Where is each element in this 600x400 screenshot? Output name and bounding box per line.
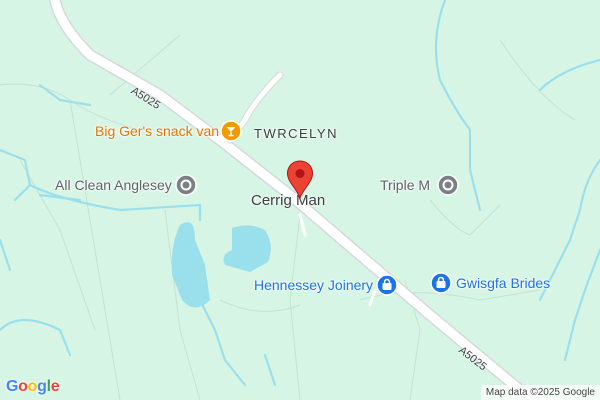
field-boundaries (0, 34, 576, 400)
location-marker-icon[interactable] (286, 160, 314, 200)
poi-label-triple-m[interactable]: Triple M (380, 177, 430, 193)
generic-poi-icon[interactable] (437, 174, 459, 196)
poi-label-gwisgfa-brides[interactable]: Gwisgfa Brides (456, 275, 550, 291)
poi-label-all-clean-anglesey[interactable]: All Clean Anglesey (55, 177, 172, 193)
map-canvas[interactable]: A5025 A5025 TWRCELYN Cerrig Man Big Ger'… (0, 0, 600, 400)
poi-label-snack-van[interactable]: Big Ger's snack van (95, 123, 219, 139)
logo-letter: o (27, 378, 38, 395)
logo-letter: o (18, 378, 28, 395)
place-label-twrcelyn: TWRCELYN (254, 126, 338, 141)
logo-letter: G (6, 378, 19, 395)
map-attribution[interactable]: Map data ©2025 Google (480, 385, 600, 400)
google-logo: Google (6, 378, 60, 396)
cocktail-icon[interactable] (220, 120, 242, 142)
lake-east (223, 225, 271, 272)
generic-poi-icon[interactable] (175, 174, 197, 196)
logo-letter: e (50, 378, 60, 395)
logo-letter: g (37, 378, 47, 395)
shopping-bag-icon[interactable] (376, 274, 398, 296)
poi-label-hennessey-joinery[interactable]: Hennessey Joinery (254, 277, 373, 293)
shopping-bag-icon[interactable] (430, 272, 452, 294)
lake-west (171, 222, 210, 308)
